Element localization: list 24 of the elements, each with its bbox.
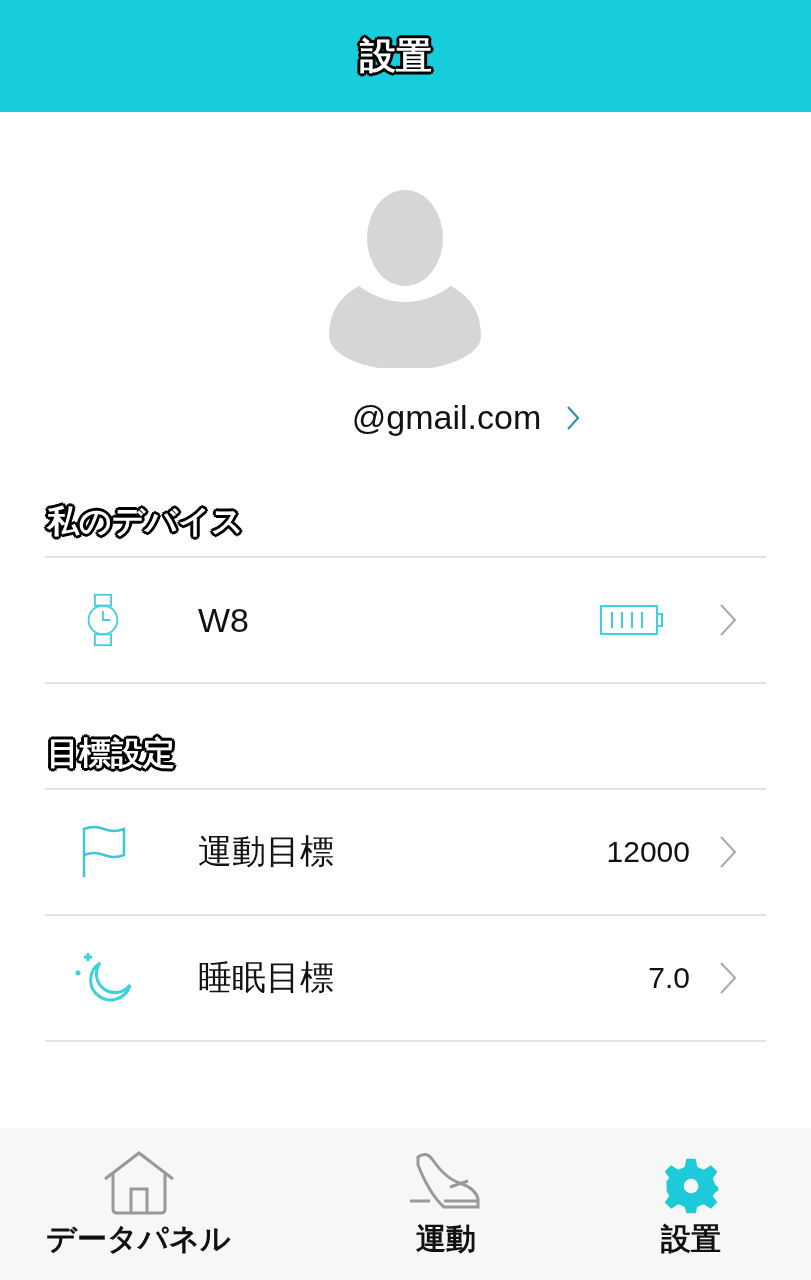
account-link[interactable]: @gmail.com xyxy=(351,398,580,437)
row-value: 12000 xyxy=(606,835,690,869)
house-icon xyxy=(102,1151,175,1215)
battery-icon xyxy=(600,604,664,636)
section-title: 私のデバイス xyxy=(45,500,766,556)
settings-row[interactable]: 睡眠目標 7.0 xyxy=(45,916,766,1042)
chevron-icon xyxy=(567,405,580,430)
row-label: 睡眠目標 xyxy=(198,957,335,998)
moon-icon xyxy=(73,951,133,1005)
row-label: 運動目標 xyxy=(198,831,335,872)
avatar-icon[interactable] xyxy=(328,190,481,368)
nav-tab[interactable]: データパネル xyxy=(46,1128,231,1280)
page-title: 設置 xyxy=(359,33,432,78)
section-title: 目標設定 xyxy=(46,732,178,774)
row-label: W8 xyxy=(198,600,250,640)
gear-icon xyxy=(662,1157,720,1215)
chevron-icon xyxy=(720,962,736,994)
nav-tab[interactable]: 運動 xyxy=(410,1128,482,1280)
row-value: 7.0 xyxy=(648,961,690,995)
settings-row[interactable]: 運動目標 12000 xyxy=(45,790,766,916)
chevron-icon xyxy=(720,836,736,868)
nav-tab[interactable]: 設置 xyxy=(661,1128,721,1280)
chevron-icon xyxy=(720,604,736,636)
settings-row[interactable]: W8 xyxy=(45,558,766,684)
